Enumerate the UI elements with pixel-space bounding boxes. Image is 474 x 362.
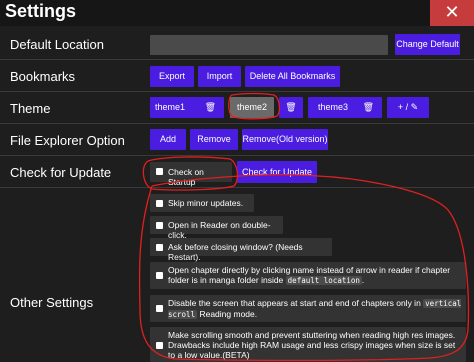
ask-before-closing-option[interactable]: Ask before closing window? (Needs Restar… [150, 238, 332, 262]
close-button[interactable]: ✕ [430, 0, 474, 26]
theme3-label: theme3 [318, 102, 349, 112]
trash-icon: 🗑 [285, 102, 297, 112]
disable-start-end-screen-label-end: Reading mode. [199, 309, 258, 319]
open-chapter-directly-option[interactable]: Open chapter directly by clicking name i… [150, 262, 466, 289]
ask-before-closing-label: Ask before closing window? (Needs Restar… [168, 242, 303, 262]
theme2-button[interactable]: theme2 [230, 97, 274, 118]
open-reader-double-click-option[interactable]: Open in Reader on double-click. [150, 216, 283, 240]
add-edit-theme-button[interactable]: + / ✎ [387, 97, 429, 118]
add-button[interactable]: Add [150, 129, 186, 150]
open-reader-double-click-label: Open in Reader on double-click. [168, 220, 271, 240]
theme2-delete-button[interactable]: 🗑 [279, 97, 303, 118]
change-default-button[interactable]: Change Default [395, 34, 460, 55]
disable-start-end-screen-checkbox[interactable] [156, 305, 163, 312]
open-reader-double-click-checkbox[interactable] [156, 222, 163, 229]
theme1-label: theme1 [155, 102, 186, 112]
default-location-code: default location [285, 276, 362, 285]
check-on-startup-option[interactable]: Check on Startup [150, 162, 232, 187]
skip-minor-updates-label: Skip minor updates. [168, 198, 244, 208]
disable-start-end-screen-label: Disable the screen that appears at start… [168, 298, 421, 308]
export-button[interactable]: Export [150, 66, 194, 87]
default-location-field[interactable] [150, 35, 388, 55]
check-on-startup-checkbox[interactable] [156, 168, 163, 175]
window-title: Settings [5, 1, 77, 21]
check-update-label: Check for Update [10, 165, 112, 180]
smooth-scrolling-option[interactable]: Make scrolling smooth and prevent stutte… [150, 327, 466, 362]
check-on-startup-label: Check on Startup [168, 167, 204, 187]
open-chapter-directly-checkbox[interactable] [156, 272, 163, 279]
open-chapter-directly-text: Open chapter directly by clicking name i… [168, 265, 462, 286]
smooth-scrolling-checkbox[interactable] [156, 342, 163, 349]
trash-icon[interactable]: 🗑 [205, 97, 216, 118]
other-settings-label: Other Settings [10, 295, 94, 310]
delete-all-bookmarks-button[interactable]: Delete All Bookmarks [245, 66, 340, 87]
close-icon: ✕ [444, 2, 460, 22]
smooth-scrolling-label: Make scrolling smooth and prevent stutte… [168, 330, 456, 360]
disable-start-end-screen-text: Disable the screen that appears at start… [168, 298, 462, 320]
check-for-update-button[interactable]: Check for Update [237, 161, 317, 183]
open-chapter-directly-label-end: . [361, 275, 365, 285]
title-bar: Settings ✕ [0, 0, 474, 26]
ask-before-closing-checkbox[interactable] [156, 244, 163, 251]
bookmarks-label: Bookmarks [10, 69, 76, 84]
remove-button[interactable]: Remove [190, 129, 238, 150]
skip-minor-updates-option[interactable]: Skip minor updates. [150, 194, 254, 212]
skip-minor-updates-checkbox[interactable] [156, 200, 163, 207]
trash-icon[interactable]: 🗑 [363, 97, 374, 118]
remove-old-version-button[interactable]: Remove(Old version) [242, 129, 328, 150]
theme1-button[interactable]: theme1 🗑 [150, 97, 224, 118]
file-explorer-label: File Explorer Option [10, 133, 125, 148]
default-location-label: Default Location [10, 37, 104, 52]
disable-start-end-screen-option[interactable]: Disable the screen that appears at start… [150, 295, 466, 322]
theme3-button[interactable]: theme3 🗑 [308, 97, 382, 118]
import-button[interactable]: Import [198, 66, 241, 87]
theme-label: Theme [10, 101, 51, 116]
